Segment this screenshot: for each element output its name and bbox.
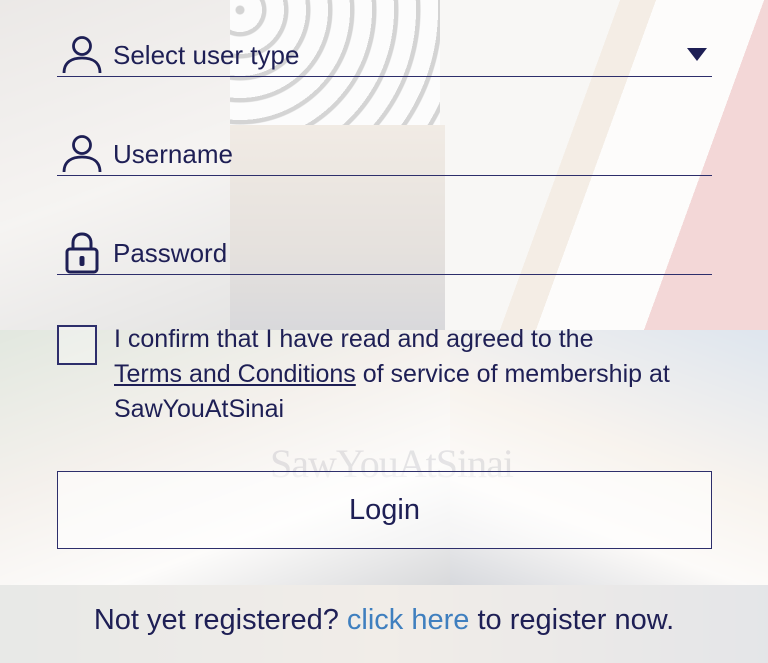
user-type-label: Select user type — [113, 39, 300, 70]
user-icon — [57, 133, 107, 175]
login-form: Select user type Username Password I con… — [0, 0, 768, 663]
terms-consent-text: I confirm that I have read and agreed to… — [114, 322, 704, 427]
register-link[interactable]: click here — [347, 604, 470, 636]
username-field[interactable]: Username — [57, 133, 712, 176]
username-placeholder: Username — [113, 138, 233, 169]
register-suffix: to register now. — [477, 604, 675, 636]
lock-icon — [57, 232, 107, 274]
password-field[interactable]: Password — [57, 232, 712, 275]
caret-down-icon[interactable] — [686, 46, 708, 67]
terms-and-conditions-link[interactable]: Terms and Conditions — [114, 360, 356, 388]
login-button[interactable]: Login — [57, 471, 712, 549]
register-prompt: Not yet registered? click here to regist… — [0, 604, 768, 637]
terms-checkbox[interactable] — [57, 325, 97, 365]
register-prefix: Not yet registered? — [93, 604, 339, 636]
password-placeholder: Password — [113, 237, 228, 268]
user-icon — [57, 34, 107, 76]
consent-prefix: I confirm that I have read and agreed to… — [114, 325, 594, 353]
user-type-select[interactable]: Select user type — [57, 34, 712, 77]
